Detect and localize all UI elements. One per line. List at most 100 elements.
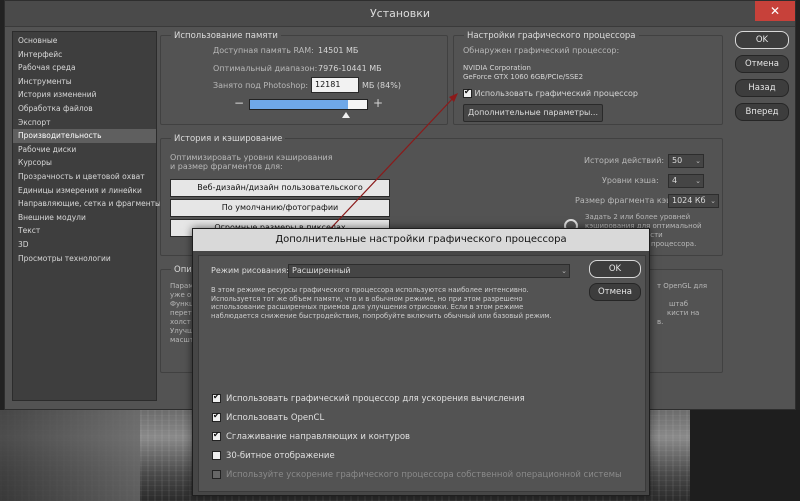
native-os-gpu-label: Используйте ускорение графического проце… (226, 470, 622, 480)
memory-usage-title: Использование памяти (171, 31, 281, 41)
sidebar-item[interactable]: Просмотры технологии (13, 252, 156, 266)
options-text-fragment: кисти на (667, 309, 700, 317)
use-gpu-label: Использовать графический процессор (474, 89, 638, 98)
options-text-fragment: уже о (170, 291, 192, 299)
sidebar-item[interactable]: Прозрачность и цветовой охват (13, 170, 156, 184)
sidebar-item[interactable]: Интерфейс (13, 48, 156, 62)
cache-hint-line-4: процессора. (651, 240, 697, 248)
sidebar-item[interactable]: Рабочие диски (13, 143, 156, 157)
description-line: наблюдается снижение быстродействия, поп… (211, 311, 552, 320)
sidebar-item[interactable]: Основные (13, 34, 156, 48)
memory-usage-group: Использование памяти Доступная память RA… (160, 31, 448, 125)
sidebar-item[interactable]: Экспорт (13, 116, 156, 130)
opencl-label: Использовать OpenCL (226, 413, 325, 423)
optimize-cache-label-2: и размер фрагментов для: (170, 162, 283, 171)
option-gpu-compute[interactable]: Использовать графический процессор для у… (212, 392, 525, 404)
chevron-down-icon: ⌄ (695, 177, 701, 185)
options-text-fragment: холст (170, 318, 191, 326)
options-text-fragment: Функц (170, 300, 194, 308)
optimize-cache-label-1: Оптимизировать уровни кэширования (170, 153, 333, 162)
history-states-label: История действий: (584, 156, 665, 165)
chevron-down-icon: ⌄ (561, 267, 567, 275)
title-bar: Установки ✕ (5, 1, 795, 27)
available-ram-value: 14501 МБ (318, 46, 359, 55)
sidebar-item[interactable]: Направляющие, сетка и фрагменты (13, 197, 161, 211)
chevron-down-icon: ⌄ (710, 197, 716, 205)
used-by-photoshop-label: Занято под Photoshop: (213, 81, 309, 90)
antialias-guides-checkbox[interactable] (212, 430, 221, 441)
forward-button[interactable]: Вперед (735, 103, 789, 121)
drawing-mode-select[interactable]: Расширенный ⌄ (288, 264, 570, 278)
sidebar-item[interactable]: 3D (13, 238, 156, 252)
sidebar-item[interactable]: Обработка файлов (13, 102, 156, 116)
cancel-button[interactable]: Отмена (735, 55, 789, 73)
available-ram-label: Доступная память RAM: (213, 46, 314, 55)
option-antialias-guides[interactable]: Сглаживание направляющих и контуров (212, 430, 410, 442)
sidebar-item[interactable]: Производительность (13, 129, 156, 143)
drawing-mode-label: Режим рисования: (211, 266, 289, 275)
options-text-fragment: штаб (669, 300, 689, 308)
slider-minus-icon[interactable]: − (234, 96, 244, 110)
use-gpu-checkbox[interactable] (463, 87, 472, 98)
gpu-compute-label: Использовать графический процессор для у… (226, 394, 525, 404)
history-cache-title: История и кэширование (171, 134, 286, 144)
drawing-mode-value: Расширенный (292, 266, 351, 275)
cache-hint-line-1: Задать 2 или более уровней (585, 213, 691, 221)
options-text-fragment: т OpenGL для (657, 282, 708, 290)
dialog-cancel-button[interactable]: Отмена (589, 283, 641, 301)
close-icon[interactable]: ✕ (755, 1, 795, 21)
memory-slider-track[interactable] (249, 99, 368, 110)
history-states-select[interactable]: 50 ⌄ (668, 154, 704, 168)
cache-tile-size-select[interactable]: 1024 Кб ⌄ (668, 194, 719, 208)
drawing-mode-description: В этом режиме ресурсы графического проце… (211, 286, 552, 320)
gpu-compute-checkbox[interactable] (212, 392, 221, 403)
gpu-vendor: NVIDIA Corporation (463, 64, 531, 72)
option-opencl[interactable]: Использовать OpenCL (212, 411, 325, 423)
30bit-display-label: 30-битное отображение (226, 451, 335, 461)
gpu-settings-group: Настройки графического процессора Обнару… (453, 31, 723, 125)
window-title: Установки (369, 7, 431, 20)
ok-button[interactable]: OK (735, 31, 789, 49)
default-photos-button[interactable]: По умолчанию/фотографии (170, 199, 390, 217)
memory-slider-fill (250, 100, 349, 109)
optimal-range-value: 7976-10441 МБ (318, 64, 382, 73)
options-text-fragment: Улучш (170, 327, 194, 335)
sidebar-item[interactable]: Рабочая среда (13, 61, 156, 75)
advanced-settings-button[interactable]: Дополнительные параметры... (463, 104, 603, 122)
option-30bit-display[interactable]: 30-битное отображение (212, 451, 335, 461)
options-text-fragment: масшт (170, 336, 194, 344)
options-text-fragment: в. (657, 318, 664, 326)
advanced-gpu-dialog: Дополнительные настройки графического пр… (192, 228, 650, 496)
memory-slider-thumb[interactable] (342, 112, 350, 118)
sidebar-item[interactable]: Текст (13, 224, 156, 238)
background-photo-left (0, 410, 140, 501)
sidebar-list: Основные Интерфейс Рабочая среда Инструмент… (13, 32, 161, 266)
used-memory-unit: МБ (84%) (362, 81, 401, 90)
history-states-value: 50 (672, 156, 683, 165)
description-line: В этом режиме ресурсы графического проце… (211, 286, 529, 294)
sidebar-item[interactable]: Курсоры (13, 156, 156, 170)
back-button[interactable]: Назад (735, 79, 789, 97)
cache-levels-value: 4 (672, 176, 678, 185)
sidebar-item[interactable]: Внешние модули (13, 211, 156, 225)
slider-plus-icon[interactable]: + (373, 96, 383, 110)
dialog-ok-button[interactable]: OK (589, 260, 641, 278)
dialog-title: Дополнительные настройки графического пр… (193, 229, 649, 251)
used-memory-input[interactable]: 12181 (311, 77, 359, 93)
description-line: использование расширенных приемов для ул… (211, 303, 524, 312)
cache-levels-select[interactable]: 4 ⌄ (668, 174, 704, 188)
web-ui-design-button[interactable]: Веб-дизайн/дизайн пользовательского инте… (170, 179, 390, 208)
gpu-settings-title: Настройки графического процессора (464, 31, 639, 41)
native-os-gpu-checkbox (212, 470, 221, 479)
dialog-body: Режим рисования: Расширенный ⌄ OK Отмена … (198, 255, 646, 492)
gpu-model: GeForce GTX 1060 6GB/PCIe/SSE2 (463, 73, 584, 81)
use-gpu-option[interactable]: Использовать графический процессор (463, 87, 638, 98)
sidebar-item[interactable]: Единицы измерения и линейки (13, 184, 156, 198)
cache-tile-size-label: Размер фрагмента кэша: (575, 196, 682, 205)
sidebar-item[interactable]: История изменений (13, 88, 156, 102)
30bit-display-checkbox[interactable] (212, 451, 221, 460)
opencl-checkbox[interactable] (212, 411, 221, 422)
cache-tile-size-value: 1024 Кб (672, 196, 706, 205)
description-line: Используется тот же объем памяти, что и … (211, 294, 523, 303)
sidebar-item[interactable]: Инструменты (13, 75, 156, 89)
